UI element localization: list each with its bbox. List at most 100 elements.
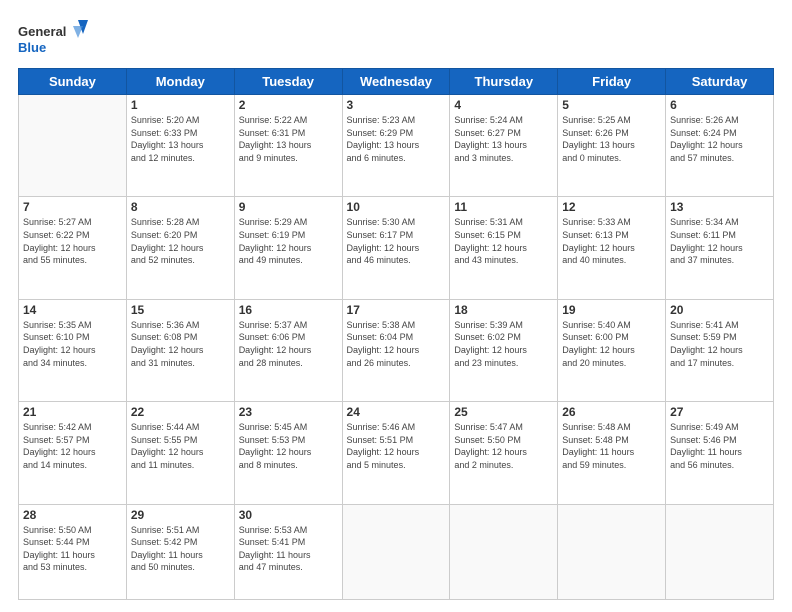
calendar-cell: 13 Sunrise: 5:34 AM Sunset: 6:11 PM Dayli… — [666, 197, 774, 299]
weekday-header-wednesday: Wednesday — [342, 69, 450, 95]
day-number: 16 — [239, 303, 338, 317]
day-number: 20 — [670, 303, 769, 317]
week-row-5: 28 Sunrise: 5:50 AM Sunset: 5:44 PM Dayli… — [19, 504, 774, 599]
day-info: Sunrise: 5:51 AM Sunset: 5:42 PM Dayligh… — [131, 524, 230, 574]
week-row-1: 1Sunrise: 5:20 AM Sunset: 6:33 PM Daylig… — [19, 95, 774, 197]
calendar-cell: 30 Sunrise: 5:53 AM Sunset: 5:41 PM Dayli… — [234, 504, 342, 599]
calendar-cell: 20 Sunrise: 5:41 AM Sunset: 5:59 PM Dayli… — [666, 299, 774, 401]
calendar-cell: 27Sunrise: 5:49 AM Sunset: 5:46 PM Dayli… — [666, 402, 774, 504]
day-info: Sunrise: 5:33 AM Sunset: 6:13 PM Dayligh… — [562, 216, 661, 266]
day-info: Sunrise: 5:41 AM Sunset: 5:59 PM Dayligh… — [670, 319, 769, 369]
calendar-cell: 12 Sunrise: 5:33 AM Sunset: 6:13 PM Dayli… — [558, 197, 666, 299]
calendar-cell: 16 Sunrise: 5:37 AM Sunset: 6:06 PM Dayli… — [234, 299, 342, 401]
weekday-header-monday: Monday — [126, 69, 234, 95]
day-number: 18 — [454, 303, 553, 317]
day-number: 12 — [562, 200, 661, 214]
calendar-cell: 14 Sunrise: 5:35 AM Sunset: 6:10 PM Dayli… — [19, 299, 127, 401]
week-row-4: 21 Sunrise: 5:42 AM Sunset: 5:57 PM Dayli… — [19, 402, 774, 504]
calendar-cell: 8 Sunrise: 5:28 AM Sunset: 6:20 PM Daylig… — [126, 197, 234, 299]
day-info: Sunrise: 5:29 AM Sunset: 6:19 PM Dayligh… — [239, 216, 338, 266]
logo-svg: General Blue — [18, 18, 88, 58]
calendar-cell: 29 Sunrise: 5:51 AM Sunset: 5:42 PM Dayli… — [126, 504, 234, 599]
week-row-2: 7 Sunrise: 5:27 AM Sunset: 6:22 PM Daylig… — [19, 197, 774, 299]
day-info: Sunrise: 5:50 AM Sunset: 5:44 PM Dayligh… — [23, 524, 122, 574]
day-number: 19 — [562, 303, 661, 317]
day-number: 4 — [454, 98, 553, 112]
day-info: Sunrise: 5:38 AM Sunset: 6:04 PM Dayligh… — [347, 319, 446, 369]
day-info: Sunrise: 5:26 AM Sunset: 6:24 PM Dayligh… — [670, 114, 769, 164]
calendar-cell: 10 Sunrise: 5:30 AM Sunset: 6:17 PM Dayli… — [342, 197, 450, 299]
day-info: Sunrise: 5:53 AM Sunset: 5:41 PM Dayligh… — [239, 524, 338, 574]
day-info: Sunrise: 5:47 AM Sunset: 5:50 PM Dayligh… — [454, 421, 553, 471]
calendar-cell: 1Sunrise: 5:20 AM Sunset: 6:33 PM Daylig… — [126, 95, 234, 197]
calendar-cell: 11 Sunrise: 5:31 AM Sunset: 6:15 PM Dayli… — [450, 197, 558, 299]
weekday-header-row: SundayMondayTuesdayWednesdayThursdayFrid… — [19, 69, 774, 95]
calendar-cell: 9 Sunrise: 5:29 AM Sunset: 6:19 PM Daylig… — [234, 197, 342, 299]
day-number: 3 — [347, 98, 446, 112]
day-number: 13 — [670, 200, 769, 214]
day-number: 22 — [131, 405, 230, 419]
day-info: Sunrise: 5:25 AM Sunset: 6:26 PM Dayligh… — [562, 114, 661, 164]
day-info: Sunrise: 5:35 AM Sunset: 6:10 PM Dayligh… — [23, 319, 122, 369]
day-number: 9 — [239, 200, 338, 214]
day-info: Sunrise: 5:37 AM Sunset: 6:06 PM Dayligh… — [239, 319, 338, 369]
calendar-cell: 22 Sunrise: 5:44 AM Sunset: 5:55 PM Dayli… — [126, 402, 234, 504]
calendar-cell: 25 Sunrise: 5:47 AM Sunset: 5:50 PM Dayli… — [450, 402, 558, 504]
day-info: Sunrise: 5:45 AM Sunset: 5:53 PM Dayligh… — [239, 421, 338, 471]
day-number: 8 — [131, 200, 230, 214]
calendar-cell: 4 Sunrise: 5:24 AM Sunset: 6:27 PM Daylig… — [450, 95, 558, 197]
day-info: Sunrise: 5:31 AM Sunset: 6:15 PM Dayligh… — [454, 216, 553, 266]
calendar-cell: 28 Sunrise: 5:50 AM Sunset: 5:44 PM Dayli… — [19, 504, 127, 599]
day-number: 23 — [239, 405, 338, 419]
weekday-header-sunday: Sunday — [19, 69, 127, 95]
day-number: 15 — [131, 303, 230, 317]
day-info: Sunrise: 5:39 AM Sunset: 6:02 PM Dayligh… — [454, 319, 553, 369]
day-info: Sunrise: 5:48 AM Sunset: 5:48 PM Dayligh… — [562, 421, 661, 471]
weekday-header-saturday: Saturday — [666, 69, 774, 95]
day-number: 11 — [454, 200, 553, 214]
day-number: 28 — [23, 508, 122, 522]
day-info: Sunrise: 5:27 AM Sunset: 6:22 PM Dayligh… — [23, 216, 122, 266]
day-info: Sunrise: 5:20 AM Sunset: 6:33 PM Dayligh… — [131, 114, 230, 164]
day-info: Sunrise: 5:24 AM Sunset: 6:27 PM Dayligh… — [454, 114, 553, 164]
week-row-3: 14 Sunrise: 5:35 AM Sunset: 6:10 PM Dayli… — [19, 299, 774, 401]
day-info: Sunrise: 5:28 AM Sunset: 6:20 PM Dayligh… — [131, 216, 230, 266]
calendar-cell: 19 Sunrise: 5:40 AM Sunset: 6:00 PM Dayli… — [558, 299, 666, 401]
calendar-cell: 24 Sunrise: 5:46 AM Sunset: 5:51 PM Dayli… — [342, 402, 450, 504]
calendar-cell — [19, 95, 127, 197]
day-info: Sunrise: 5:23 AM Sunset: 6:29 PM Dayligh… — [347, 114, 446, 164]
day-info: Sunrise: 5:49 AM Sunset: 5:46 PM Dayligh… — [670, 421, 769, 471]
day-info: Sunrise: 5:30 AM Sunset: 6:17 PM Dayligh… — [347, 216, 446, 266]
day-number: 10 — [347, 200, 446, 214]
calendar-cell — [342, 504, 450, 599]
day-number: 21 — [23, 405, 122, 419]
svg-text:General: General — [18, 24, 66, 39]
day-number: 25 — [454, 405, 553, 419]
day-info: Sunrise: 5:40 AM Sunset: 6:00 PM Dayligh… — [562, 319, 661, 369]
calendar-cell: 7 Sunrise: 5:27 AM Sunset: 6:22 PM Daylig… — [19, 197, 127, 299]
day-number: 7 — [23, 200, 122, 214]
day-info: Sunrise: 5:46 AM Sunset: 5:51 PM Dayligh… — [347, 421, 446, 471]
calendar-cell: 26 Sunrise: 5:48 AM Sunset: 5:48 PM Dayli… — [558, 402, 666, 504]
day-number: 30 — [239, 508, 338, 522]
day-number: 24 — [347, 405, 446, 419]
logo: General Blue — [18, 18, 88, 58]
day-info: Sunrise: 5:44 AM Sunset: 5:55 PM Dayligh… — [131, 421, 230, 471]
day-number: 26 — [562, 405, 661, 419]
svg-text:Blue: Blue — [18, 40, 46, 55]
weekday-header-friday: Friday — [558, 69, 666, 95]
day-number: 17 — [347, 303, 446, 317]
day-number: 5 — [562, 98, 661, 112]
header: General Blue — [18, 18, 774, 58]
day-info: Sunrise: 5:36 AM Sunset: 6:08 PM Dayligh… — [131, 319, 230, 369]
page: General Blue SundayMondayTuesdayWednesda… — [0, 0, 792, 612]
day-number: 29 — [131, 508, 230, 522]
calendar-cell: 21 Sunrise: 5:42 AM Sunset: 5:57 PM Dayli… — [19, 402, 127, 504]
calendar-cell — [666, 504, 774, 599]
calendar-cell: 2Sunrise: 5:22 AM Sunset: 6:31 PM Daylig… — [234, 95, 342, 197]
day-number: 14 — [23, 303, 122, 317]
calendar-cell: 17 Sunrise: 5:38 AM Sunset: 6:04 PM Dayli… — [342, 299, 450, 401]
day-info: Sunrise: 5:34 AM Sunset: 6:11 PM Dayligh… — [670, 216, 769, 266]
day-info: Sunrise: 5:42 AM Sunset: 5:57 PM Dayligh… — [23, 421, 122, 471]
calendar-cell: 15 Sunrise: 5:36 AM Sunset: 6:08 PM Dayli… — [126, 299, 234, 401]
